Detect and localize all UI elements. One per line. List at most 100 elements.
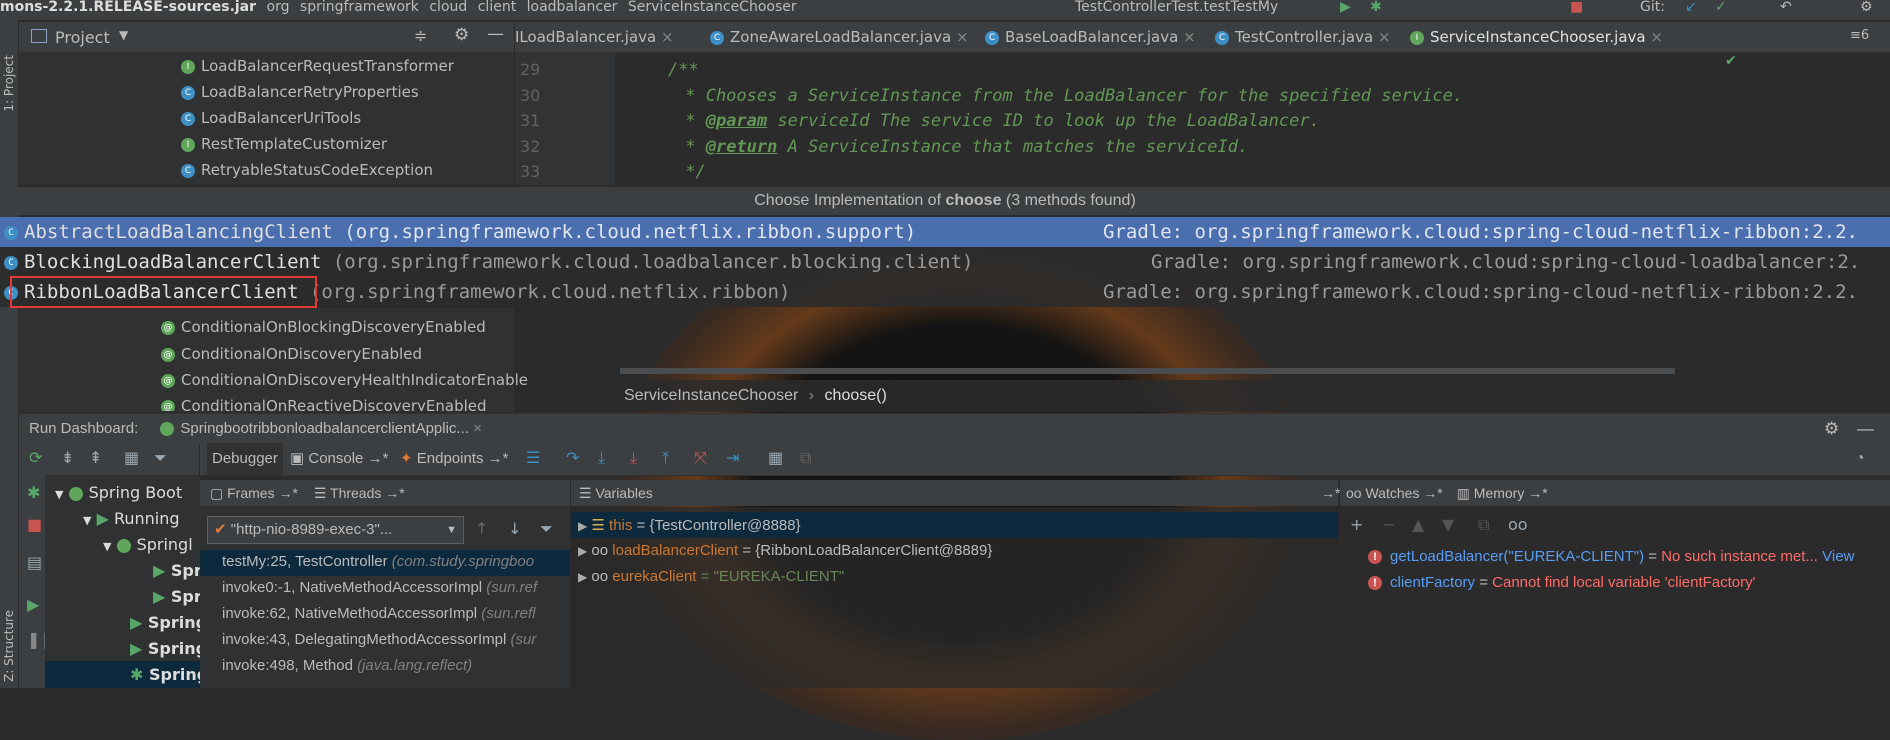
watch-row[interactable]: ! getLoadBalancer("EUREKA-CLIENT") = No s… bbox=[1368, 548, 1854, 565]
debug-bug-icon[interactable]: ✱ bbox=[27, 483, 40, 502]
tab-debugger[interactable]: Debugger bbox=[207, 443, 283, 475]
tab-serviceinstancechooser[interactable]: I ServiceInstanceChooser.java × bbox=[1410, 28, 1663, 46]
threads-title[interactable]: Threads bbox=[330, 485, 381, 501]
editor-horizontal-scrollbar[interactable] bbox=[620, 368, 1675, 374]
breadcrumb-jar[interactable]: mons-2.2.1.RELEASE-sources.jar bbox=[0, 0, 256, 14]
frames-title[interactable]: Frames bbox=[227, 485, 274, 501]
tree-item[interactable]: @ ConditionalOnDiscoveryEnabled bbox=[161, 345, 422, 363]
expand-icon[interactable]: ▶ bbox=[578, 570, 587, 584]
close-icon[interactable]: × bbox=[661, 28, 674, 46]
tree-item[interactable]: I RestTemplateCustomizer bbox=[181, 135, 387, 153]
copy-icon[interactable]: ⧉ bbox=[1478, 515, 1489, 535]
gear-icon[interactable]: ⚙ bbox=[1824, 414, 1839, 444]
tree-node-app[interactable]: ▶ Spring bbox=[130, 639, 207, 658]
watch-row[interactable]: ! clientFactory = Cannot find local varia… bbox=[1368, 574, 1756, 591]
project-tool-label[interactable]: 1: Project bbox=[2, 55, 16, 112]
run-icon[interactable]: ▶ bbox=[1340, 0, 1351, 14]
filter-icon[interactable]: ⏷ bbox=[540, 519, 553, 539]
trace-icon[interactable]: ⧉ bbox=[800, 443, 811, 475]
memory-title[interactable]: Memory bbox=[1474, 485, 1525, 501]
tab-zoneawareloadbalancer[interactable]: C ZoneAwareLoadBalancer.java × bbox=[710, 28, 969, 46]
step-out-icon[interactable]: ⤒ bbox=[662, 443, 669, 475]
move-down-icon[interactable]: ▼ bbox=[1442, 515, 1454, 534]
variable-row[interactable]: ▶ oo eurekaClient = "EUREKA-CLIENT" bbox=[578, 568, 844, 585]
tab-console[interactable]: ▣ Console →* bbox=[290, 443, 388, 475]
group-icon[interactable]: ▦ bbox=[124, 448, 139, 467]
pin-icon[interactable]: →* bbox=[1321, 480, 1340, 506]
tab-iloadbalancer[interactable]: ILoadBalancer.java × bbox=[515, 28, 674, 46]
collapse-all-icon[interactable]: ≑ bbox=[414, 26, 427, 45]
stop-icon[interactable]: ■ bbox=[27, 515, 42, 534]
breadcrumb-class[interactable]: ServiceInstanceChooser bbox=[628, 0, 797, 14]
drop-frame-icon[interactable]: ⤧ bbox=[694, 443, 707, 475]
git-update-icon[interactable]: ↙ bbox=[1685, 0, 1697, 14]
variables-title[interactable]: Variables bbox=[595, 485, 652, 501]
frame-row[interactable]: invoke:62, NativeMethodAccessorImpl (sun… bbox=[222, 605, 535, 622]
step-over-icon[interactable]: ↷ bbox=[566, 443, 579, 475]
code-minimap[interactable]: ✔ bbox=[1725, 53, 1890, 185]
add-watch-icon[interactable]: + bbox=[1350, 515, 1363, 534]
tab-testcontroller[interactable]: C TestController.java × bbox=[1215, 28, 1391, 46]
tree-node-running[interactable]: ▼ ▶ Running bbox=[83, 509, 180, 528]
thread-selector[interactable]: ✔ "http-nio-8989-exec-3"... ▼ bbox=[207, 516, 464, 544]
expand-icon[interactable]: ▶ bbox=[578, 519, 587, 533]
resume-icon[interactable]: ▶ bbox=[27, 595, 39, 614]
run-to-cursor-icon[interactable]: ⇥ bbox=[726, 443, 739, 475]
rerun-icon[interactable]: ⟳ bbox=[29, 448, 42, 467]
close-icon[interactable]: × bbox=[473, 420, 482, 437]
breadcrumb-org[interactable]: org bbox=[267, 0, 290, 14]
stop-icon[interactable]: ■ bbox=[1570, 0, 1583, 14]
close-icon[interactable]: × bbox=[1650, 28, 1663, 46]
tree-node-app[interactable]: ▼ Springl bbox=[103, 535, 193, 554]
tab-app[interactable]: SpringbootribbonloadbalancerclientApplic… bbox=[160, 420, 482, 437]
expand-icon[interactable]: ▶ bbox=[578, 544, 587, 558]
tab-endpoints[interactable]: ✦ Endpoints →* bbox=[400, 443, 508, 475]
frame-row[interactable]: testMy:25, TestController (com.study.spr… bbox=[222, 553, 534, 570]
breadcrumb-loadbalancer[interactable]: loadbalancer bbox=[527, 0, 618, 14]
git-commit-icon[interactable]: ✓ bbox=[1715, 0, 1727, 14]
tree-item[interactable]: C RetryableStatusCodeException bbox=[181, 161, 433, 179]
debug-icon[interactable]: ✱ bbox=[1370, 0, 1382, 14]
implementation-row[interactable]: C BlockingLoadBalancerClient (org.springf… bbox=[0, 247, 1890, 277]
tree-node-spring-boot[interactable]: ▼ Spring Boot bbox=[55, 483, 182, 502]
frame-row[interactable]: invoke:498, Method (java.lang.reflect) bbox=[222, 657, 472, 674]
previous-frame-icon[interactable]: ↑ bbox=[475, 519, 488, 538]
tree-node-app[interactable]: ▶ Spring bbox=[130, 613, 207, 632]
tab-baseloadbalancer[interactable]: C BaseLoadBalancer.java × bbox=[985, 28, 1196, 46]
implementation-row[interactable]: C AbstractLoadBalancingClient (org.spring… bbox=[0, 217, 1890, 247]
settings-icon[interactable]: ⚙ bbox=[1860, 0, 1873, 14]
crumb-class[interactable]: ServiceInstanceChooser bbox=[624, 387, 798, 404]
view-link[interactable]: View bbox=[1822, 548, 1854, 565]
crumb-method[interactable]: choose() bbox=[825, 387, 887, 404]
tree-item[interactable]: C LoadBalancerUriTools bbox=[181, 109, 361, 127]
breadcrumb-cloud[interactable]: cloud bbox=[429, 0, 467, 14]
filter-icon[interactable]: ⏷ bbox=[154, 448, 167, 468]
chevron-down-icon[interactable]: ▼ bbox=[119, 28, 128, 42]
undo-icon[interactable]: ↶ bbox=[1780, 0, 1792, 14]
tree-item[interactable]: @ ConditionalOnDiscoveryHealthIndicatorEn… bbox=[161, 371, 528, 389]
structure-tool-label[interactable]: Z: Structure bbox=[2, 610, 16, 682]
next-frame-icon[interactable]: ↓ bbox=[508, 519, 521, 538]
variable-row[interactable]: ▶ oo loadBalancerClient = {RibbonLoadBal… bbox=[578, 542, 992, 559]
watches-title[interactable]: Watches bbox=[1365, 485, 1419, 501]
watches-toggle-icon[interactable]: oo bbox=[1508, 515, 1528, 534]
tree-item[interactable]: @ ConditionalOnBlockingDiscoveryEnabled bbox=[161, 318, 486, 336]
tree-item[interactable]: @ ConditionalOnReactiveDiscoveryEnabled bbox=[161, 397, 487, 411]
evaluate-expression-icon[interactable]: ▦ bbox=[768, 443, 783, 475]
collapse-all-icon[interactable]: ⇞ bbox=[89, 448, 102, 467]
expand-all-icon[interactable]: ⇟ bbox=[61, 448, 74, 467]
minimize-icon[interactable]: — bbox=[487, 24, 504, 44]
performance-icon[interactable]: ◔ bbox=[1855, 443, 1865, 475]
close-icon[interactable]: × bbox=[1378, 28, 1391, 46]
move-up-icon[interactable]: ▲ bbox=[1412, 515, 1424, 534]
tab-overflow[interactable]: ≡6 bbox=[1850, 28, 1869, 43]
remove-watch-icon[interactable]: − bbox=[1382, 515, 1395, 534]
breadcrumb-client[interactable]: client bbox=[478, 0, 516, 14]
tree-item[interactable]: I LoadBalancerRequestTransformer bbox=[181, 57, 454, 75]
frame-row[interactable]: invoke:43, DelegatingMethodAccessorImpl … bbox=[222, 631, 536, 648]
tree-item[interactable]: C LoadBalancerRetryProperties bbox=[181, 83, 419, 101]
close-icon[interactable]: × bbox=[1183, 28, 1196, 46]
breadcrumb-springframework[interactable]: springframework bbox=[300, 0, 419, 14]
run-config-selector[interactable]: TestControllerTest.testTestMy bbox=[1075, 0, 1278, 14]
close-icon[interactable]: × bbox=[956, 28, 969, 46]
